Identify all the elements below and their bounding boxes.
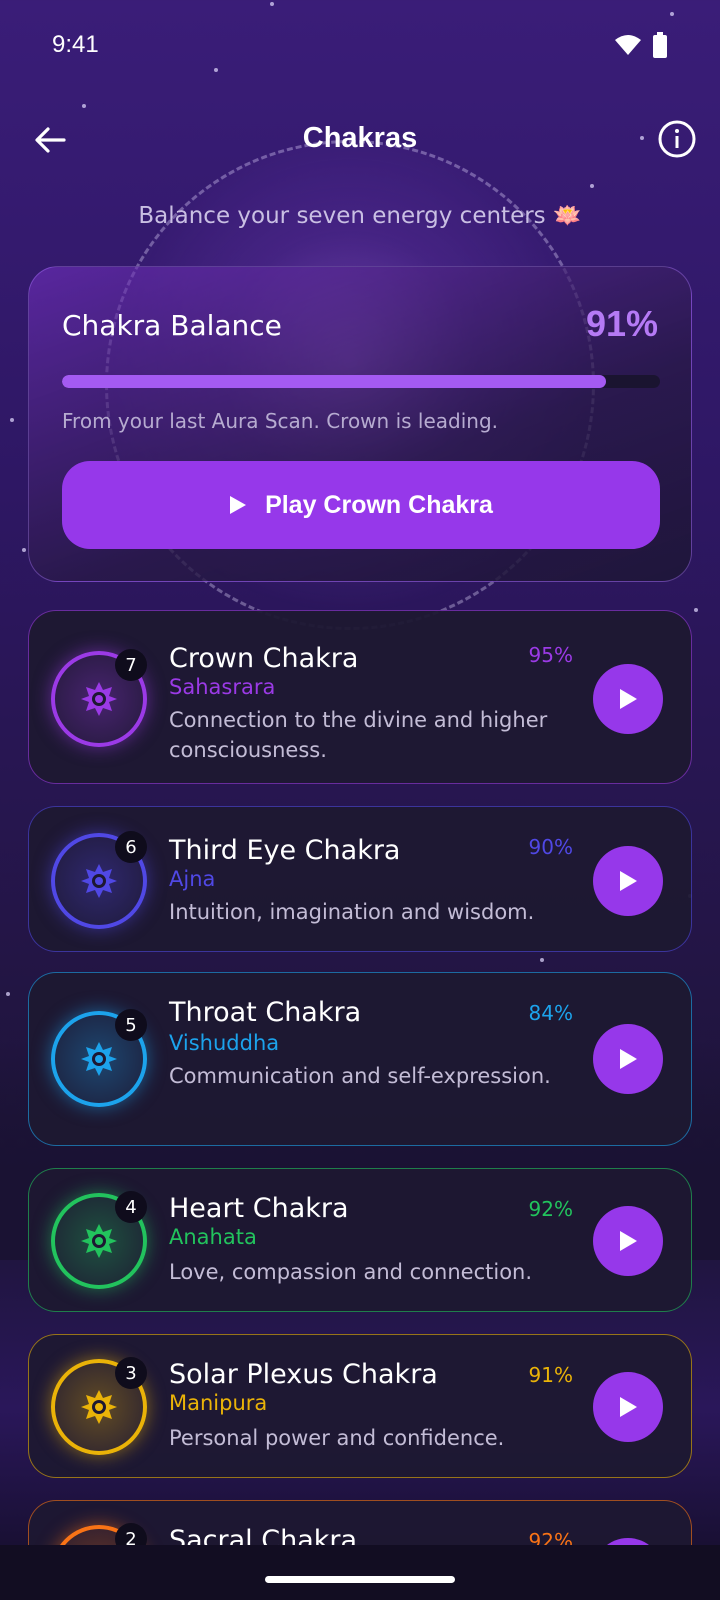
balance-progress-fill [62,375,607,388]
lotus-sun-icon [81,1042,117,1076]
balance-label: Chakra Balance [62,309,282,342]
status-time: 9:41 [52,31,99,58]
lotus-sun-icon [81,682,117,716]
status-bar: 9:41 [0,0,720,90]
chakra-number-badge: 6 [115,831,147,863]
play-icon [230,496,247,514]
play-icon [620,1049,637,1069]
chakra-card-crown-chakra[interactable]: 7 Crown Chakra 95% Sahasrara Connection to t… [28,610,692,784]
chakra-percent: 84% [528,1001,573,1025]
chakra-percent: 92% [528,1197,573,1221]
chakra-card-solar-plexus-chakra[interactable]: 3 Solar Plexus Chakra 91% Manipura Personal … [28,1334,692,1478]
chakra-number-badge: 7 [115,649,147,681]
chakra-description: Intuition, imagination and wisdom. [169,900,535,924]
chakra-description: Personal power and confidence. [169,1426,505,1450]
app-header: Chakras [0,110,720,170]
page-title: Chakras [302,122,418,154]
info-button[interactable] [656,118,698,160]
balance-percent: 91% [585,303,658,344]
chakra-percent: 91% [528,1363,573,1387]
play-button-label: Play Crown Chakra [265,490,493,519]
home-gesture-handle[interactable] [265,1576,455,1583]
balance-note: From your last Aura Scan. Crown is leadi… [62,409,499,433]
chakra-name: Solar Plexus Chakra [169,1359,438,1390]
chakra-number-badge: 4 [115,1191,147,1223]
play-icon [620,871,637,891]
play-chakra-button[interactable] [593,1024,663,1094]
chakra-description: Connection to the divine and higher cons… [169,708,548,762]
play-icon [620,1231,637,1251]
lotus-sun-icon [81,1390,117,1424]
chakra-number-badge: 3 [115,1357,147,1389]
chakra-card-third-eye-chakra[interactable]: 6 Third Eye Chakra 90% Ajna Intuition, imagi… [28,806,692,952]
chakra-number-badge: 5 [115,1009,147,1041]
chakra-name: Throat Chakra [169,997,362,1028]
lotus-sun-icon [81,864,117,898]
play-icon [620,1397,637,1417]
chakra-sanskrit-name: Anahata [169,1225,257,1249]
play-chakra-button[interactable] [593,846,663,916]
play-chakra-button[interactable] [593,664,663,734]
play-icon [620,689,637,709]
chakra-sanskrit-name: Manipura [169,1391,268,1415]
chakra-percent: 90% [528,835,573,859]
chakra-name: Heart Chakra [169,1193,349,1224]
page-subtitle: Balance your seven energy centers 🪷 [138,203,582,229]
chakra-name: Third Eye Chakra [169,835,401,866]
chakra-card-throat-chakra[interactable]: 5 Throat Chakra 84% Vishuddha Communication … [28,972,692,1146]
battery-icon [653,32,667,58]
system-icons [614,32,668,58]
play-crown-chakra-button[interactable]: Play Crown Chakra [62,461,660,549]
chakra-description: Communication and self-expression. [169,1064,551,1088]
chakra-description: Love, compassion and connection. [169,1260,533,1284]
play-chakra-button[interactable] [593,1372,663,1442]
chakra-name: Crown Chakra [169,643,359,674]
lotus-sun-icon [81,1224,117,1258]
chakra-sanskrit-name: Ajna [169,867,216,891]
wifi-icon [615,35,641,55]
info-icon [658,120,696,158]
chakra-sanskrit-name: Vishuddha [169,1031,280,1055]
chakra-card-heart-chakra[interactable]: 4 Heart Chakra 92% Anahata Love, compassion … [28,1168,692,1312]
play-chakra-button[interactable] [593,1206,663,1276]
navigation-bar [0,1545,720,1600]
chakra-balance-card: Chakra Balance 91% From your last Aura S… [28,266,692,582]
chakra-sanskrit-name: Sahasrara [169,675,276,699]
balance-progress-bar [62,375,660,388]
chakra-percent: 95% [528,643,573,667]
